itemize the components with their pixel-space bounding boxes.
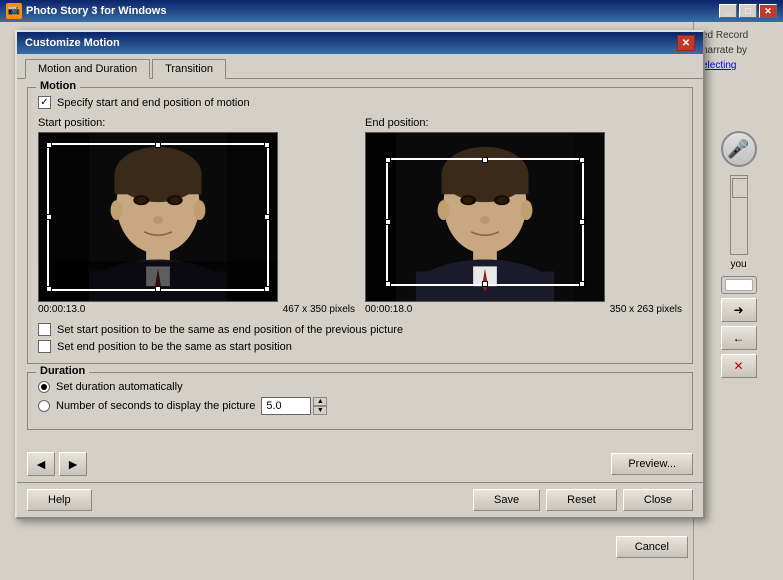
end-position-panel: End position: [365,117,682,315]
preview-button[interactable]: Preview... [611,453,693,475]
right-panel-text2: narrate by [702,45,775,56]
dialog-title-text: Customize Motion [25,37,120,49]
next-button[interactable]: ► [59,452,87,476]
manual-duration-radio[interactable] [38,400,50,412]
seconds-spinner: ▲ ▼ [313,397,327,415]
cancel-button[interactable]: Cancel [616,536,688,558]
customize-motion-dialog: Customize Motion ✕ Motion and Duration T… [15,30,705,519]
nav-buttons: ◄ ► [27,452,87,476]
duration-group: Duration Set duration automatically Numb… [27,372,693,430]
start-image-info: 00:00:13.0 467 x 350 pixels [38,304,355,315]
specify-checkbox[interactable] [38,96,51,109]
manual-duration-row: Number of seconds to display the picture… [38,397,682,415]
end-time: 00:00:18.0 [365,304,412,315]
start-time: 00:00:13.0 [38,304,85,315]
same-as-prev-row: Set start position to be the same as end… [38,323,682,336]
end-label: End position: [365,117,682,129]
tab-motion-duration[interactable]: Motion and Duration [25,59,150,79]
specify-checkbox-row: Specify start and end position of motion [38,96,682,109]
window-controls: _ □ ✕ [719,4,777,18]
bg-window-title-text: Photo Story 3 for Windows [26,5,166,17]
motion-group-label: Motion [36,80,80,92]
end-portrait [366,133,604,301]
image-panels: Start position: [38,117,682,315]
scroll-inner [725,279,753,291]
help-button[interactable]: Help [27,489,92,511]
spin-up[interactable]: ▲ [313,397,327,406]
scroll-bar[interactable] [730,175,748,255]
dialog-content: Motion Specify start and end position of… [17,79,703,446]
close-button[interactable]: Close [623,489,693,511]
reset-button[interactable]: Reset [546,489,617,511]
same-as-prev-label: Set start position to be the same as end… [57,324,403,336]
same-as-start-row: Set end position to be the same as start… [38,340,682,353]
right-arrow-button[interactable]: ➜ [721,298,757,322]
duration-group-label: Duration [36,365,89,377]
close-window-button[interactable]: ✕ [759,4,777,18]
right-panel-link[interactable]: electing [702,60,775,71]
maximize-button[interactable]: □ [739,4,757,18]
end-size: 350 x 263 pixels [610,304,682,315]
same-as-prev-checkbox[interactable] [38,323,51,336]
tab-bar: Motion and Duration Transition [17,54,703,79]
you-text: you [702,259,775,270]
right-panel: ed Record narrate by electing 🎤 you ➜ ← … [693,22,783,580]
dialog-close-button[interactable]: ✕ [677,35,695,51]
right-panel-text1: ed Record [702,30,775,41]
start-position-panel: Start position: [38,117,355,315]
footer-spacer [98,489,467,511]
same-as-start-checkbox[interactable] [38,340,51,353]
start-size: 467 x 350 pixels [283,304,355,315]
auto-duration-label: Set duration automatically [56,381,183,393]
tab-transition[interactable]: Transition [152,59,226,79]
minimize-button[interactable]: _ [719,4,737,18]
dialog-title-bar: Customize Motion ✕ [17,32,703,54]
bg-window-title-bar: 📷 Photo Story 3 for Windows _ □ ✕ [0,0,783,22]
scroll-thumb [732,178,748,198]
prev-button[interactable]: ◄ [27,452,55,476]
start-portrait [39,133,277,301]
end-image-container[interactable] [365,132,605,302]
microphone-button[interactable]: 🎤 [721,131,757,167]
same-as-start-label: Set end position to be the same as start… [57,341,292,353]
spin-down[interactable]: ▼ [313,406,327,415]
dialog-bottom-bar: ◄ ► Preview... [17,446,703,482]
start-image-container[interactable] [38,132,278,302]
manual-duration-label: Number of seconds to display the picture [56,400,255,412]
left-arrow-button[interactable]: ← [721,326,757,350]
app-icon: 📷 [6,3,22,19]
save-button[interactable]: Save [473,489,540,511]
end-image-info: 00:00:18.0 350 x 263 pixels [365,304,682,315]
specify-checkbox-label: Specify start and end position of motion [57,97,250,109]
start-label: Start position: [38,117,355,129]
scroll-box [721,276,757,294]
seconds-input[interactable] [261,397,311,415]
auto-duration-row: Set duration automatically [38,381,682,393]
motion-group: Motion Specify start and end position of… [27,87,693,364]
dialog-footer: Help Save Reset Close [17,482,703,517]
x-button[interactable]: ✕ [721,354,757,378]
auto-duration-radio[interactable] [38,381,50,393]
